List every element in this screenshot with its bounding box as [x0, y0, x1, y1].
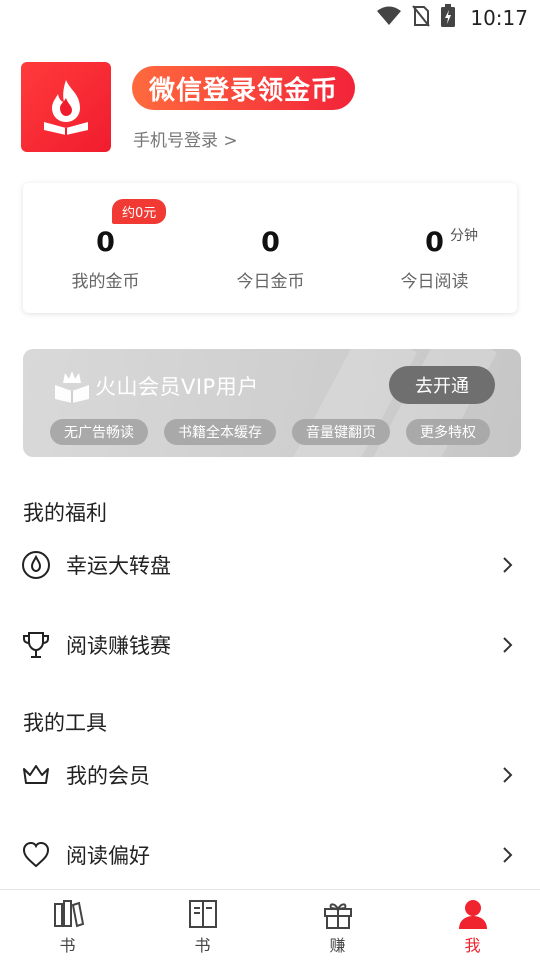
vip-feature-tag: 更多特权	[406, 419, 490, 445]
crown-icon	[21, 760, 51, 790]
chevron-right-icon	[500, 635, 516, 655]
stat-value: 0	[96, 227, 115, 258]
bottom-tab-bar: 书 书 赚 我	[0, 889, 540, 960]
menu-item-label: 阅读偏好	[66, 844, 150, 868]
reading-unit-label: 分钟	[450, 228, 478, 244]
vip-card[interactable]: 火山会员VIP用户 去开通 无广告畅读 书籍全本缓存 音量键翻页 更多特权	[23, 349, 521, 457]
drop-circle-icon	[21, 550, 51, 580]
stat-value: 0	[425, 227, 444, 258]
stat-label: 我的金币	[71, 272, 140, 292]
phone-login-link[interactable]: 手机号登录 >	[133, 126, 238, 151]
bookshelf-icon	[51, 898, 85, 930]
tab-bookstore[interactable]: 书	[135, 890, 270, 961]
heart-icon	[21, 840, 51, 870]
chevron-right-icon	[500, 765, 516, 785]
stat-label: 今日阅读	[400, 272, 469, 292]
tab-label: 书	[59, 936, 76, 955]
profile-header: 微信登录领金币 手机号登录 >	[21, 62, 521, 154]
chevron-right-icon	[500, 845, 516, 865]
app-logo[interactable]	[21, 62, 111, 152]
tab-bookshelf[interactable]: 书	[0, 890, 135, 961]
vip-feature-tag: 无广告畅读	[50, 419, 148, 445]
status-time: 10:17	[470, 6, 528, 30]
section-title-tools: 我的工具	[23, 711, 107, 735]
vip-title: 火山会员VIP用户	[95, 375, 259, 399]
stat-value: 0	[261, 227, 280, 258]
battery-charging-icon	[440, 4, 456, 32]
stat-my-coins[interactable]: 0 我的金币	[23, 183, 188, 313]
menu-item-label: 阅读赚钱赛	[66, 634, 171, 658]
tab-label: 书	[194, 936, 211, 955]
gift-icon	[321, 898, 355, 930]
stats-card: 约0元 0 我的金币 0 今日金币 0 今日阅读 分钟	[23, 183, 517, 313]
tab-label: 我	[464, 936, 481, 955]
menu-item-reading-preference[interactable]: 阅读偏好	[0, 820, 540, 890]
vip-feature-tag: 书籍全本缓存	[164, 419, 276, 445]
tab-label: 赚	[329, 936, 346, 955]
stat-label: 今日金币	[236, 272, 305, 292]
tab-earn[interactable]: 赚	[270, 890, 405, 961]
stat-today-coins[interactable]: 0 今日金币	[188, 183, 353, 313]
status-bar: 10:17	[0, 0, 540, 36]
menu-item-label: 幸运大转盘	[66, 554, 171, 578]
open-book-icon	[186, 898, 220, 930]
wifi-icon	[376, 5, 402, 31]
menu-item-label: 我的会员	[66, 764, 150, 788]
tab-me[interactable]: 我	[405, 890, 540, 961]
vip-feature-tag: 音量键翻页	[292, 419, 390, 445]
menu-item-reading-race[interactable]: 阅读赚钱赛	[0, 610, 540, 680]
section-title-welfare: 我的福利	[23, 501, 107, 525]
flame-book-icon	[44, 80, 88, 135]
user-icon	[456, 898, 490, 930]
wechat-login-button[interactable]: 微信登录领金币	[132, 66, 356, 110]
no-sim-icon	[412, 5, 431, 31]
vip-open-button[interactable]: 去开通	[389, 366, 495, 404]
menu-item-lucky-wheel[interactable]: 幸运大转盘	[0, 530, 540, 600]
stat-today-reading[interactable]: 0 今日阅读	[352, 183, 517, 313]
vip-book-icon	[53, 369, 91, 407]
menu-item-my-membership[interactable]: 我的会员	[0, 740, 540, 810]
trophy-icon	[21, 630, 51, 660]
chevron-right-icon	[500, 555, 516, 575]
